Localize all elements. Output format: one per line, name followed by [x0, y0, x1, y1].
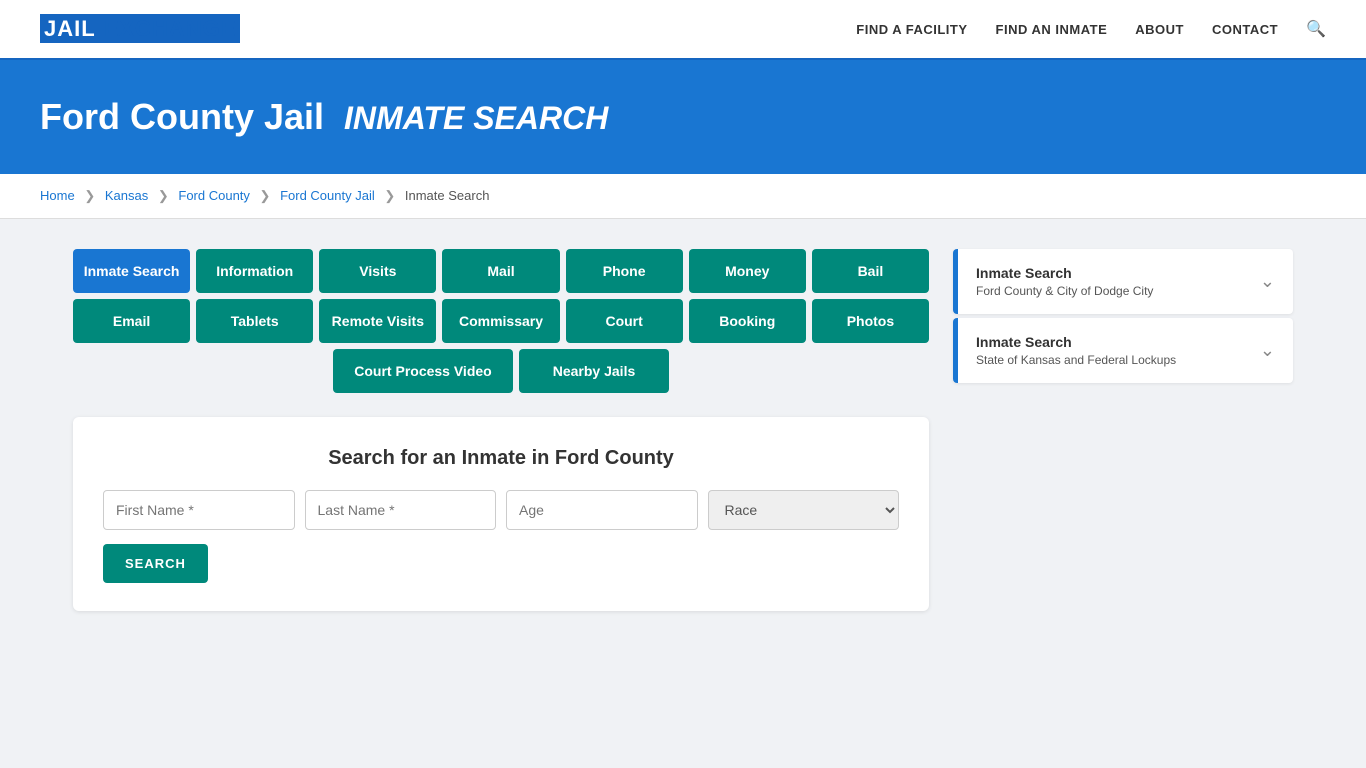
- left-column: Inmate Search Information Visits Mail Ph…: [73, 249, 929, 611]
- btn-bail[interactable]: Bail: [812, 249, 929, 293]
- age-input[interactable]: [506, 490, 698, 530]
- btn-tablets[interactable]: Tablets: [196, 299, 313, 343]
- site-header: JAILEXCHANGE FIND A FACILITY FIND AN INM…: [0, 0, 1366, 60]
- sidebar-card-1-title: Inmate Search: [976, 265, 1153, 281]
- sep-3: ❯: [260, 188, 271, 203]
- nav-contact[interactable]: CONTACT: [1212, 22, 1278, 37]
- breadcrumb-home[interactable]: Home: [40, 188, 75, 203]
- search-form-title: Search for an Inmate in Ford County: [103, 447, 899, 470]
- breadcrumb: Home ❯ Kansas ❯ Ford County ❯ Ford Count…: [0, 174, 1366, 219]
- sidebar-card-1: Inmate Search Ford County & City of Dodg…: [953, 249, 1293, 314]
- breadcrumb-current: Inmate Search: [405, 188, 490, 203]
- btn-nearby-jails[interactable]: Nearby Jails: [519, 349, 669, 393]
- sidebar-card-1-text: Inmate Search Ford County & City of Dodg…: [976, 265, 1153, 298]
- nav-row-1: Inmate Search Information Visits Mail Ph…: [73, 249, 929, 293]
- sidebar-card-2: Inmate Search State of Kansas and Federa…: [953, 318, 1293, 383]
- search-icon[interactable]: 🔍: [1306, 19, 1326, 39]
- nav-row-3: Court Process Video Nearby Jails: [73, 349, 929, 393]
- main-nav: FIND A FACILITY FIND AN INMATE ABOUT CON…: [856, 19, 1326, 39]
- btn-inmate-search[interactable]: Inmate Search: [73, 249, 190, 293]
- btn-booking[interactable]: Booking: [689, 299, 806, 343]
- nav-find-inmate[interactable]: FIND AN INMATE: [996, 22, 1108, 37]
- nav-buttons: Inmate Search Information Visits Mail Ph…: [73, 249, 929, 393]
- page-title: Ford County Jail INMATE SEARCH: [40, 96, 1326, 138]
- btn-remote-visits[interactable]: Remote Visits: [319, 299, 436, 343]
- page-title-main: Ford County Jail: [40, 96, 324, 137]
- btn-mail[interactable]: Mail: [442, 249, 559, 293]
- race-select[interactable]: Race White Black Hispanic Asian Other: [708, 490, 900, 530]
- inmate-search-form: Search for an Inmate in Ford County Race…: [73, 417, 929, 611]
- main-content: Inmate Search Information Visits Mail Ph…: [33, 219, 1333, 641]
- sep-2: ❯: [158, 188, 169, 203]
- hero-banner: Ford County Jail INMATE SEARCH: [0, 60, 1366, 174]
- nav-find-facility[interactable]: FIND A FACILITY: [856, 22, 967, 37]
- breadcrumb-ford-county[interactable]: Ford County: [178, 188, 250, 203]
- btn-information[interactable]: Information: [196, 249, 313, 293]
- btn-email[interactable]: Email: [73, 299, 190, 343]
- chevron-down-icon-2: ⌄: [1260, 340, 1275, 361]
- search-fields: Race White Black Hispanic Asian Other: [103, 490, 899, 530]
- sidebar-card-2-title: Inmate Search: [976, 334, 1176, 350]
- nav-row-2: Email Tablets Remote Visits Commissary C…: [73, 299, 929, 343]
- sidebar-card-2-subtitle: State of Kansas and Federal Lockups: [976, 353, 1176, 367]
- btn-visits[interactable]: Visits: [319, 249, 436, 293]
- breadcrumb-ford-county-jail[interactable]: Ford County Jail: [280, 188, 375, 203]
- sidebar-card-1-subtitle: Ford County & City of Dodge City: [976, 284, 1153, 298]
- first-name-input[interactable]: [103, 490, 295, 530]
- nav-about[interactable]: ABOUT: [1135, 22, 1184, 37]
- logo-jail: JAIL: [40, 14, 100, 43]
- right-column: Inmate Search Ford County & City of Dodg…: [953, 249, 1293, 611]
- sidebar-card-2-text: Inmate Search State of Kansas and Federa…: [976, 334, 1176, 367]
- last-name-input[interactable]: [305, 490, 497, 530]
- btn-money[interactable]: Money: [689, 249, 806, 293]
- breadcrumb-kansas[interactable]: Kansas: [105, 188, 148, 203]
- sep-1: ❯: [84, 188, 95, 203]
- sidebar-card-1-header[interactable]: Inmate Search Ford County & City of Dodg…: [953, 249, 1293, 314]
- chevron-down-icon-1: ⌄: [1260, 271, 1275, 292]
- sep-4: ❯: [384, 188, 395, 203]
- btn-phone[interactable]: Phone: [566, 249, 683, 293]
- sidebar-card-2-header[interactable]: Inmate Search State of Kansas and Federa…: [953, 318, 1293, 383]
- search-button[interactable]: SEARCH: [103, 544, 208, 583]
- btn-photos[interactable]: Photos: [812, 299, 929, 343]
- btn-court[interactable]: Court: [566, 299, 683, 343]
- btn-commissary[interactable]: Commissary: [442, 299, 559, 343]
- page-title-italic: INMATE SEARCH: [344, 100, 608, 136]
- btn-court-process-video[interactable]: Court Process Video: [333, 349, 513, 393]
- site-logo[interactable]: JAILEXCHANGE: [40, 16, 240, 42]
- logo-exchange: EXCHANGE: [100, 14, 241, 43]
